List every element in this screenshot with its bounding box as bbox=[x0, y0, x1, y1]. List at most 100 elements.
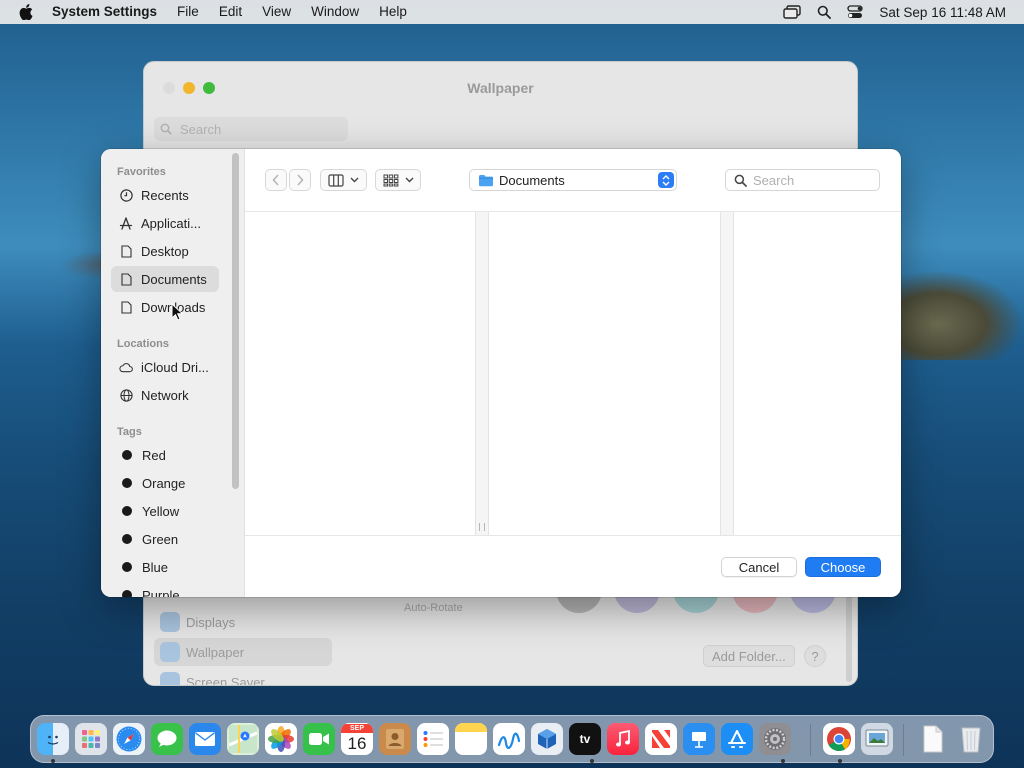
dialog-search-field[interactable] bbox=[725, 169, 880, 191]
sidebar-tag-red[interactable]: Red bbox=[111, 442, 219, 468]
sidebar-tag-blue[interactable]: Blue bbox=[111, 554, 219, 580]
menu-view[interactable]: View bbox=[252, 0, 301, 24]
music-icon[interactable] bbox=[607, 723, 639, 755]
screen-mirroring-icon[interactable] bbox=[775, 0, 809, 24]
wallpaper-icon bbox=[160, 642, 180, 662]
control-center-icon[interactable] bbox=[839, 0, 871, 24]
apple-menu-icon[interactable] bbox=[16, 2, 36, 22]
sidebar-scrollbar[interactable] bbox=[232, 153, 239, 489]
document-icon bbox=[119, 300, 133, 314]
notes-header-band bbox=[455, 723, 487, 732]
virtualbox-icon[interactable] bbox=[531, 723, 563, 755]
finder-icon[interactable] bbox=[37, 723, 69, 755]
sidebar-tag-yellow[interactable]: Yellow bbox=[111, 498, 219, 524]
sidebar-item-downloads[interactable]: Downloads bbox=[111, 294, 219, 320]
menu-window[interactable]: Window bbox=[301, 0, 369, 24]
grid-view-icon bbox=[383, 174, 398, 186]
running-indicator bbox=[781, 759, 785, 763]
column-divider[interactable] bbox=[720, 212, 734, 535]
contacts-icon[interactable] bbox=[379, 723, 411, 755]
menu-file[interactable]: File bbox=[167, 0, 209, 24]
sidebar-item-documents[interactable]: Documents bbox=[111, 266, 219, 292]
running-indicator bbox=[838, 759, 842, 763]
column-divider[interactable] bbox=[475, 212, 489, 535]
trash-icon[interactable] bbox=[955, 723, 987, 755]
freeform-icon[interactable] bbox=[493, 723, 525, 755]
launchpad-icon[interactable] bbox=[75, 723, 107, 755]
group-view-button[interactable] bbox=[375, 169, 421, 191]
add-folder-button[interactable]: Add Folder... bbox=[703, 645, 795, 667]
column-resize-grip[interactable] bbox=[479, 523, 485, 531]
tag-dot bbox=[122, 562, 132, 572]
menu-edit[interactable]: Edit bbox=[209, 0, 252, 24]
apple-tv-icon[interactable]: tv bbox=[569, 723, 601, 755]
calendar-icon[interactable]: SEP 16 bbox=[341, 723, 373, 755]
messages-icon[interactable] bbox=[151, 723, 183, 755]
favorites-header: Favorites bbox=[117, 166, 166, 178]
dialog-search-input[interactable] bbox=[753, 172, 873, 188]
chrome-icon[interactable] bbox=[823, 723, 855, 755]
browser-column-2[interactable] bbox=[489, 212, 720, 535]
browser-column-3[interactable] bbox=[734, 212, 901, 535]
sidebar-item-desktop[interactable]: Desktop bbox=[111, 238, 219, 264]
calendar-month: SEP bbox=[341, 723, 373, 733]
column-browser bbox=[245, 211, 901, 536]
menu-clock[interactable]: Sat Sep 16 11:48 AM bbox=[871, 5, 1024, 20]
sidebar-item-recents[interactable]: Recents bbox=[111, 182, 219, 208]
settings-sidebar-item-wallpaper[interactable]: Wallpaper bbox=[154, 638, 332, 666]
news-icon[interactable] bbox=[645, 723, 677, 755]
column-view-button[interactable] bbox=[320, 169, 367, 191]
forward-button[interactable] bbox=[289, 169, 311, 191]
menu-app-name[interactable]: System Settings bbox=[48, 0, 167, 24]
keynote-icon[interactable] bbox=[683, 723, 715, 755]
spotlight-search-icon[interactable] bbox=[809, 0, 839, 24]
reminders-icon[interactable] bbox=[417, 723, 449, 755]
sidebar-item-applications[interactable]: Applicati... bbox=[111, 210, 219, 236]
preview-icon[interactable] bbox=[861, 723, 893, 755]
back-button[interactable] bbox=[265, 169, 287, 191]
sidebar-item-network[interactable]: Network bbox=[111, 382, 219, 408]
sidebar-item-label: iCloud Dri... bbox=[141, 359, 209, 375]
sidebar-item-label: Red bbox=[142, 447, 166, 463]
document-icon bbox=[119, 272, 133, 286]
sidebar-item-icloud-drive[interactable]: iCloud Dri... bbox=[111, 354, 219, 380]
menu-help[interactable]: Help bbox=[369, 0, 417, 24]
settings-sidebar-item-displays[interactable]: Displays bbox=[154, 608, 332, 636]
choose-button[interactable]: Choose bbox=[805, 557, 881, 577]
app-store-icon[interactable] bbox=[721, 723, 753, 755]
chevron-left-icon bbox=[272, 174, 279, 186]
search-icon bbox=[160, 123, 172, 135]
safari-icon[interactable] bbox=[113, 723, 145, 755]
maps-icon[interactable] bbox=[227, 723, 259, 755]
sidebar-tag-orange[interactable]: Orange bbox=[111, 470, 219, 496]
globe-icon bbox=[119, 388, 133, 402]
mail-icon[interactable] bbox=[189, 723, 221, 755]
displays-icon bbox=[160, 612, 180, 632]
cancel-button[interactable]: Cancel bbox=[721, 557, 797, 577]
clock-icon bbox=[119, 188, 133, 202]
sidebar-item-label: Network bbox=[141, 387, 189, 403]
running-indicator bbox=[51, 759, 55, 763]
browser-column-1[interactable] bbox=[245, 212, 475, 535]
sidebar-item-label: Blue bbox=[142, 559, 169, 575]
document-stack-icon[interactable] bbox=[917, 723, 949, 755]
search-icon bbox=[734, 174, 747, 187]
sidebar-item-label: Orange bbox=[142, 475, 186, 491]
facetime-icon[interactable] bbox=[303, 723, 335, 755]
tv-label: tv bbox=[579, 732, 591, 746]
tag-dot bbox=[122, 478, 132, 488]
help-button[interactable]: ? bbox=[804, 645, 826, 667]
location-popup[interactable]: Documents bbox=[469, 169, 677, 191]
wallpaper-island bbox=[880, 270, 1024, 360]
notes-icon[interactable] bbox=[455, 723, 487, 755]
sidebar-tag-purple[interactable]: Purple bbox=[111, 582, 219, 597]
sidebar-tag-green[interactable]: Green bbox=[111, 526, 219, 552]
sidebar-item-label: Purple bbox=[142, 587, 180, 598]
photos-icon[interactable] bbox=[265, 723, 297, 755]
settings-sidebar-item-screen-saver[interactable]: Screen Saver bbox=[154, 668, 332, 685]
system-settings-icon[interactable] bbox=[759, 723, 791, 755]
updown-chevron-icon bbox=[658, 172, 674, 188]
folder-icon bbox=[479, 174, 493, 186]
settings-sidebar-label: Wallpaper bbox=[186, 644, 245, 660]
settings-search-field[interactable]: Search bbox=[154, 117, 348, 141]
